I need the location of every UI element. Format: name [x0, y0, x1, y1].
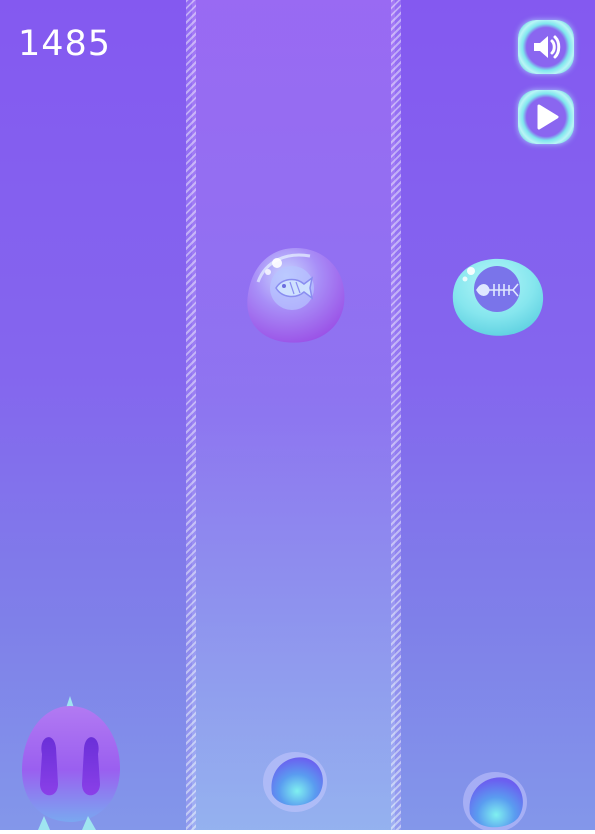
fish-bubble: [244, 246, 348, 352]
lane-rail-right: [391, 0, 401, 830]
sound-button[interactable]: [518, 20, 574, 74]
speaker-icon: [534, 35, 561, 59]
fishbone-bubble: [451, 257, 545, 343]
center-lane: [192, 0, 395, 830]
play-button[interactable]: [518, 90, 574, 144]
score-counter: 1485: [18, 24, 112, 64]
play-icon: [537, 104, 559, 130]
lane-catcher-right[interactable]: [462, 770, 528, 834]
lane-catcher-middle[interactable]: [262, 750, 328, 818]
player-character[interactable]: [20, 696, 124, 834]
lane-rail-left: [186, 0, 196, 830]
